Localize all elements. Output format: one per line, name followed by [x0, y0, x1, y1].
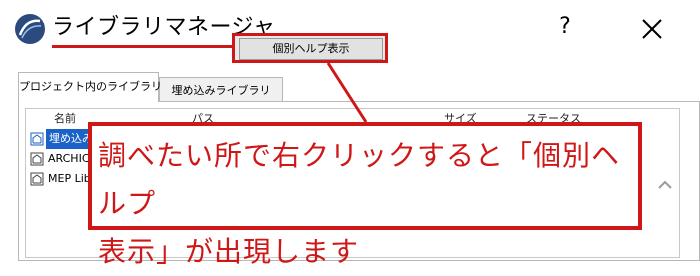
callout-line-1: 調べたい所で右クリックすると「個別ヘルプ	[98, 139, 621, 220]
help-button[interactable]: ?	[554, 12, 576, 42]
close-icon[interactable]	[637, 14, 667, 44]
context-menu: 個別ヘルプ表示	[232, 33, 388, 63]
callout-text: 調べたい所で右クリックすると「個別ヘルプ 表示」が出現します	[98, 132, 638, 276]
library-icon	[30, 152, 44, 166]
tab-embedded-libraries[interactable]: 埋め込みライブラリ	[159, 77, 283, 102]
list-item[interactable]: MEP Lib	[26, 169, 96, 189]
app-logo-icon	[15, 14, 45, 44]
list-item-label: MEP Lib	[48, 172, 91, 185]
tab-project-libraries[interactable]: プロジェクト内のライブラリ	[18, 72, 162, 102]
list-item-label: ARCHIC	[48, 152, 90, 165]
column-header-name[interactable]: 名前	[54, 109, 76, 129]
callout-line-2: 表示」が出現します	[98, 235, 360, 268]
list-item[interactable]: ARCHIC	[26, 149, 96, 169]
list-item[interactable]: 埋め込み	[26, 129, 96, 149]
chevron-up-icon[interactable]	[653, 173, 677, 197]
library-icon	[30, 132, 44, 146]
library-icon	[30, 172, 44, 186]
context-menu-item-help[interactable]: 個別ヘルプ表示	[239, 38, 383, 60]
annotation-callout: 調べたい所で右クリックすると「個別ヘルプ 表示」が出現します	[88, 122, 642, 268]
title-underline	[52, 45, 234, 48]
